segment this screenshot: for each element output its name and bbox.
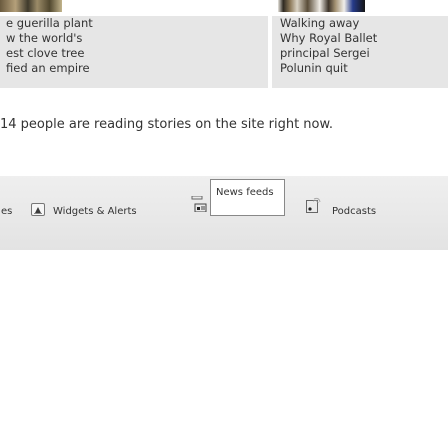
nav-item-podcasts[interactable]: Podcasts [332, 206, 376, 217]
story-headline-line[interactable]: est clove tree [6, 46, 268, 61]
story-thumbnail-left[interactable] [0, 0, 62, 12]
nav-item-news-feeds-label[interactable]: News feeds [216, 187, 274, 198]
readers-count-text: 14 people are reading stories on the sit… [0, 117, 334, 132]
nav-item-widgets-alerts[interactable]: Widgets & Alerts [53, 206, 137, 217]
story-card-right[interactable]: Walking away Why Royal Ballet principal … [272, 16, 448, 88]
nav-item-partial-label[interactable]: es [1, 206, 12, 217]
story-headline-line[interactable]: e guerilla plant [6, 16, 268, 31]
story-headline-line[interactable]: Why Royal Ballet [280, 31, 448, 46]
story-headline-line[interactable]: Polunin quit [280, 61, 448, 76]
story-headline-line[interactable]: principal Sergei [280, 46, 448, 61]
widgets-icon[interactable] [31, 203, 45, 216]
bottom-navigation-bar: es Widgets & Alerts News feeds Podcasts [0, 176, 448, 250]
story-card-left[interactable]: e guerilla plant w the world's est clove… [0, 16, 268, 88]
podcast-icon[interactable] [306, 197, 323, 214]
news-feed-icon[interactable] [191, 195, 207, 213]
story-headline-line[interactable]: fied an empire [6, 61, 268, 76]
story-thumbnail-right[interactable] [278, 0, 365, 12]
story-headline-line[interactable]: Walking away [280, 16, 448, 31]
nav-item-news-feeds[interactable]: News feeds [210, 179, 285, 216]
story-headline-line[interactable]: w the world's [6, 31, 268, 46]
